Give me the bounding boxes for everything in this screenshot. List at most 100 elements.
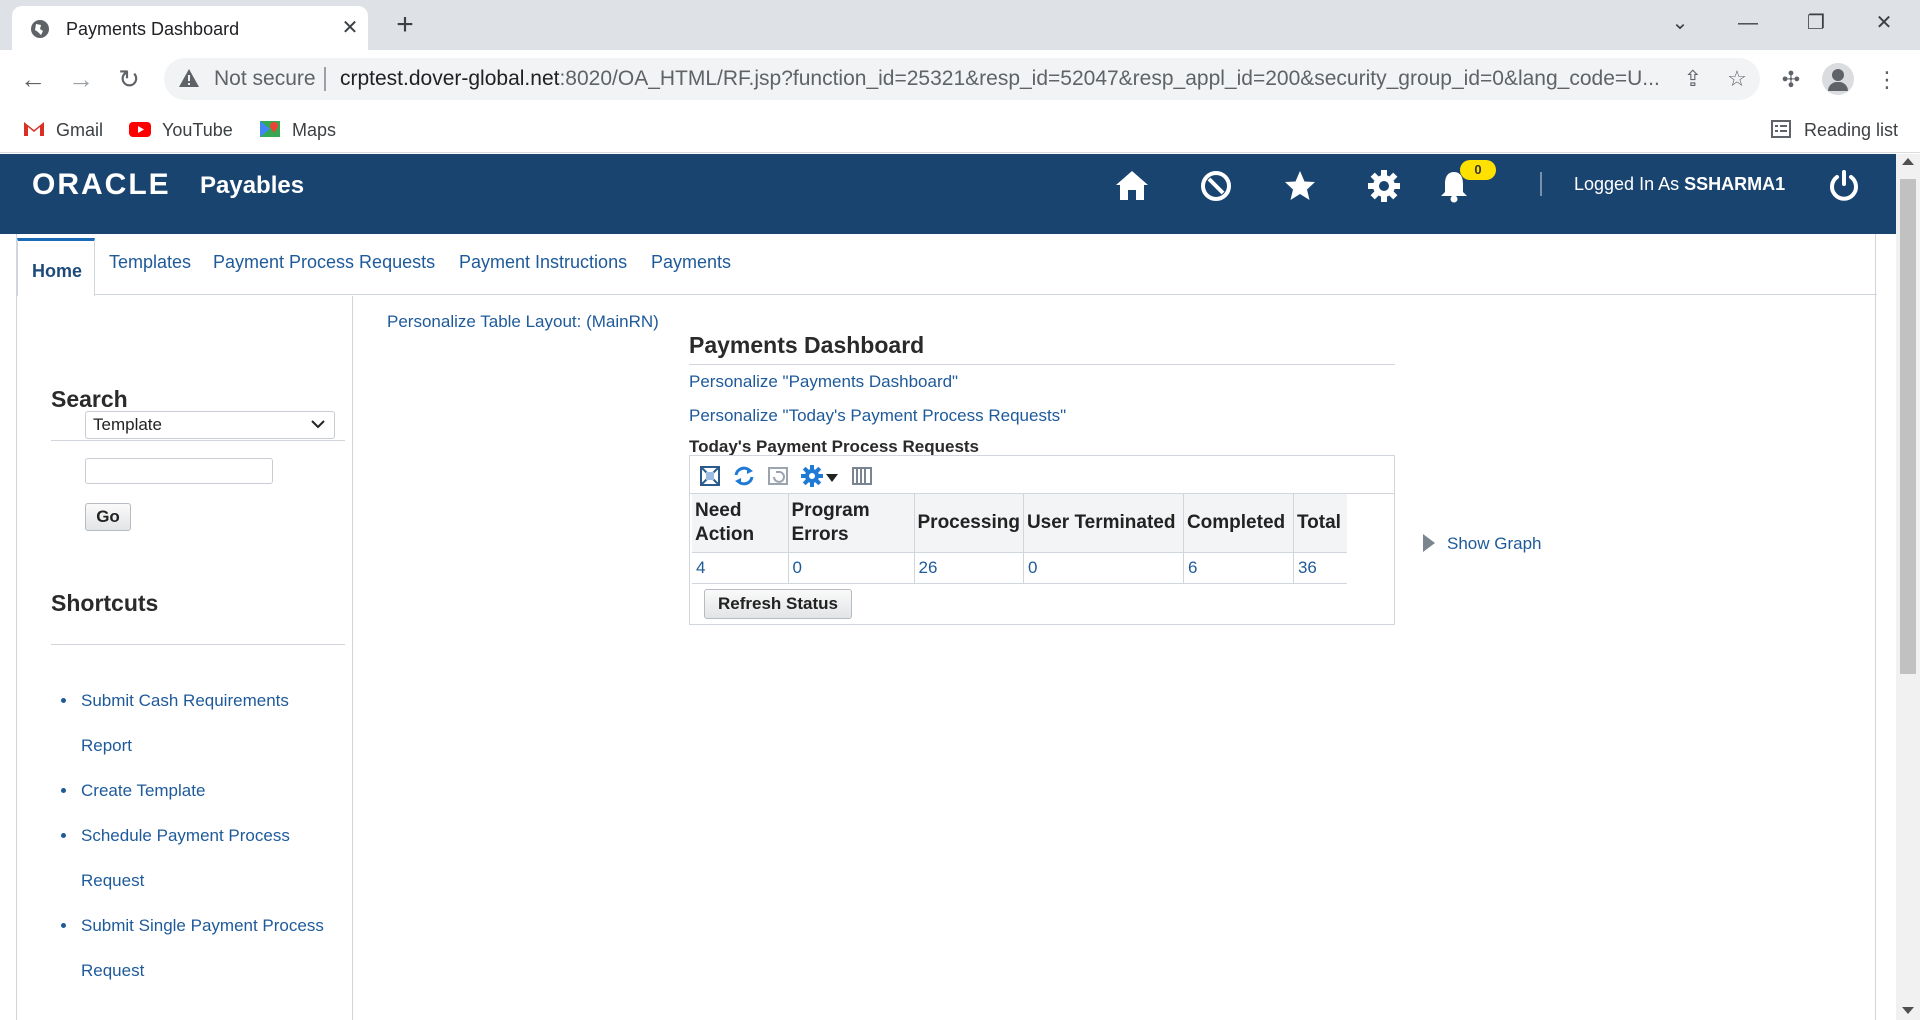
reload-icon[interactable]: ↻: [112, 62, 146, 96]
cell-total[interactable]: 36: [1293, 552, 1348, 584]
go-button[interactable]: Go: [85, 503, 131, 531]
minimize-icon[interactable]: —: [1728, 8, 1768, 38]
forward-icon[interactable]: →: [64, 62, 98, 96]
search-type-select[interactable]: Template: [85, 411, 335, 439]
show-graph-toggle[interactable]: Show Graph: [1423, 534, 1542, 554]
tab-payment-instructions[interactable]: Payment Instructions: [459, 252, 627, 273]
gmail-icon: [24, 122, 44, 136]
content-area: Home Templates Payment Process Requests …: [14, 234, 1882, 1020]
navigator-icon[interactable]: [1196, 166, 1236, 206]
table-title: Today's Payment Process Requests: [689, 437, 980, 456]
close-tab-icon[interactable]: ✕: [338, 16, 362, 40]
tab-search-icon[interactable]: ⌄: [1660, 8, 1700, 38]
new-tab-icon[interactable]: +: [390, 10, 420, 40]
table-header-row: Need Action Program Errors Processing Us…: [692, 494, 1348, 553]
chevron-down-icon: [311, 420, 325, 429]
main-region: Personalize Table Layout: (MainRN) Payme…: [353, 296, 1877, 1020]
bookmark-maps[interactable]: Maps: [258, 116, 336, 144]
settings-gear-icon[interactable]: [1364, 166, 1404, 206]
menu-icon[interactable]: ⋮: [1872, 65, 1902, 95]
username: SSHARMA1: [1684, 174, 1786, 194]
extensions-icon[interactable]: ✣: [1776, 65, 1806, 95]
column-header-total: Total: [1293, 494, 1348, 553]
url-host: crptest.dover-global.net: [340, 67, 560, 90]
tab-payment-process-requests[interactable]: Payment Process Requests: [213, 252, 435, 273]
shortcut-submit-single-payment-process[interactable]: Submit Single Payment Process: [57, 903, 347, 948]
reading-list[interactable]: Reading list: [1770, 116, 1898, 144]
cell-user-terminated[interactable]: 0: [1023, 552, 1184, 584]
bookmark-gmail[interactable]: Gmail: [22, 116, 103, 144]
personalize-requests-link[interactable]: Personalize "Today's Payment Process Req…: [689, 406, 1066, 426]
back-icon[interactable]: ←: [16, 62, 50, 96]
url-text[interactable]: crptest.dover-global.net:8020/OA_HTML/RF…: [340, 67, 1660, 91]
column-header-user-terminated: User Terminated: [1023, 494, 1184, 553]
bookmark-label: Maps: [292, 120, 337, 140]
caret-down-icon[interactable]: [824, 464, 840, 488]
globe-icon: [31, 20, 49, 38]
shortcuts-heading: Shortcuts: [51, 590, 159, 616]
expand-triangle-icon: [1423, 534, 1435, 552]
url-path: :8020/OA_HTML/RF.jsp?function_id=25321&r…: [559, 67, 1660, 90]
header-divider: [1540, 172, 1542, 196]
close-window-icon[interactable]: ✕: [1864, 8, 1904, 38]
youtube-icon: [129, 122, 151, 137]
reset-icon[interactable]: [766, 464, 790, 488]
page-title: Payments Dashboard: [689, 332, 925, 358]
scroll-thumb[interactable]: [1900, 179, 1916, 674]
address-bar[interactable]: Not secure crptest.dover-global.net:8020…: [164, 58, 1760, 100]
columns-icon[interactable]: [850, 464, 874, 488]
shortcut-schedule-payment-process-cont[interactable]: Request: [57, 858, 347, 903]
home-icon[interactable]: [1112, 166, 1152, 206]
refresh-status-button[interactable]: Refresh Status: [704, 589, 852, 619]
refresh-icon[interactable]: [732, 464, 756, 488]
bookmark-label: YouTube: [162, 120, 233, 140]
shortcut-create-template[interactable]: Create Template: [57, 768, 347, 813]
select-value: Template: [93, 415, 162, 434]
search-input[interactable]: [85, 458, 273, 484]
app-tabs: Home Templates Payment Process Requests …: [17, 234, 1877, 296]
shortcut-submit-single-payment-process-cont[interactable]: Request: [57, 948, 347, 993]
personalize-dashboard-link[interactable]: Personalize "Payments Dashboard": [689, 372, 958, 392]
shortcuts-divider: [51, 644, 345, 645]
sidebar: Search Template Go Shortcuts Submit Cash…: [17, 296, 353, 1020]
bookmark-star-icon[interactable]: ☆: [1724, 66, 1750, 92]
profile-icon[interactable]: [1822, 63, 1854, 95]
bookmark-label: Gmail: [56, 120, 104, 140]
reading-list-label: Reading list: [1804, 120, 1899, 140]
column-header-processing: Processing: [914, 494, 1024, 553]
shortcut-submit-cash-requirements-cont[interactable]: Report: [57, 723, 347, 768]
page-scrollbar[interactable]: [1896, 154, 1920, 1020]
cell-program-errors[interactable]: 0: [788, 552, 915, 584]
omnibox-divider: [324, 67, 326, 91]
notification-count-badge[interactable]: 0: [1460, 160, 1496, 180]
app-name: Payables: [200, 172, 305, 199]
shortcut-submit-cash-requirements[interactable]: Submit Cash Requirements: [57, 678, 347, 723]
search-heading: Search: [51, 386, 128, 412]
not-secure-label[interactable]: Not secure: [214, 67, 316, 91]
browser-tab[interactable]: Payments Dashboard ✕: [12, 6, 368, 50]
browser-tabstrip: Payments Dashboard ✕ + ⌄ — ❐ ✕: [0, 0, 1920, 50]
column-header-completed: Completed: [1183, 494, 1294, 553]
column-header-need-action: Need Action: [692, 494, 789, 553]
share-icon[interactable]: ⇪: [1680, 66, 1706, 92]
logout-power-icon[interactable]: [1824, 166, 1864, 206]
bookmark-youtube[interactable]: YouTube: [128, 116, 233, 144]
shortcuts-list: Submit Cash Requirements Report Create T…: [57, 678, 347, 993]
cell-processing[interactable]: 26: [914, 552, 1024, 584]
cell-completed[interactable]: 6: [1183, 552, 1294, 584]
detach-table-icon[interactable]: [698, 464, 722, 488]
table-settings-gear-icon[interactable]: [800, 464, 824, 488]
requests-table: Need Action Program Errors Processing Us…: [692, 494, 1348, 584]
tab-templates[interactable]: Templates: [109, 252, 191, 273]
restore-icon[interactable]: ❐: [1796, 8, 1836, 38]
scroll-up-arrow-icon[interactable]: [1902, 158, 1914, 165]
favorites-star-icon[interactable]: [1280, 166, 1320, 206]
bookmarks-bar: Gmail YouTube Maps Reading list: [0, 108, 1920, 153]
cell-need-action[interactable]: 4: [692, 552, 789, 584]
shortcut-schedule-payment-process[interactable]: Schedule Payment Process: [57, 813, 347, 858]
scroll-down-arrow-icon[interactable]: [1902, 1007, 1914, 1014]
personalize-table-layout-link[interactable]: Personalize Table Layout: (MainRN): [387, 312, 659, 332]
tab-home[interactable]: Home: [17, 238, 95, 296]
tab-payments[interactable]: Payments: [651, 252, 731, 273]
brand-bar: ORACLE Payables 0 Logged In As SSHARMA1: [0, 154, 1896, 234]
